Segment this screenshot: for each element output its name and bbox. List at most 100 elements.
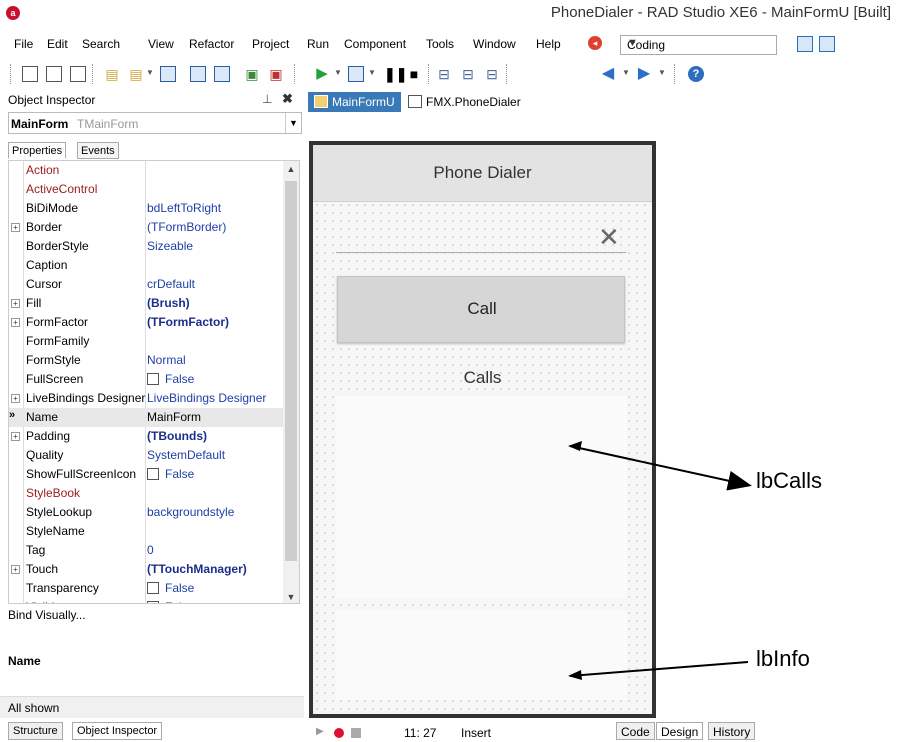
- tab-history[interactable]: History: [708, 722, 756, 740]
- property-row[interactable]: Tag 0: [9, 541, 285, 560]
- property-value[interactable]: False: [147, 467, 194, 481]
- back-icon[interactable]: ◀: [600, 66, 616, 82]
- desktop-layout-combo[interactable]: Coding ▼: [620, 35, 777, 55]
- run-target-dropdown-icon[interactable]: ▼: [368, 68, 376, 77]
- chevron-down-icon[interactable]: ▼: [285, 113, 301, 133]
- property-row[interactable]: + Border (TFormBorder): [9, 218, 285, 237]
- property-value[interactable]: (TTouchManager): [147, 562, 247, 576]
- property-value[interactable]: (TBounds): [147, 429, 207, 443]
- forward-dropdown-icon[interactable]: ▼: [658, 68, 666, 77]
- property-row[interactable]: FormFamily: [9, 332, 285, 351]
- expand-icon[interactable]: +: [11, 432, 20, 441]
- run-without-debug-icon[interactable]: [348, 66, 364, 82]
- expand-icon[interactable]: +: [11, 223, 20, 232]
- property-row[interactable]: + Fill (Brush): [9, 294, 285, 313]
- property-row[interactable]: StyleName: [9, 522, 285, 541]
- save-desktop-icon[interactable]: [797, 36, 813, 52]
- rad-studio-logo-icon[interactable]: a: [6, 6, 20, 20]
- property-row[interactable]: Visible False: [9, 598, 285, 603]
- menu-project[interactable]: Project: [252, 37, 289, 51]
- property-row[interactable]: ShowFullScreenIcon False: [9, 465, 285, 484]
- clear-icon[interactable]: ✕: [598, 222, 620, 253]
- pin-icon[interactable]: ⊥: [262, 92, 272, 106]
- save-all-icon[interactable]: [190, 66, 206, 82]
- trace-into-icon[interactable]: ⊟: [436, 66, 452, 82]
- set-debug-desktop-icon[interactable]: [819, 36, 835, 52]
- property-value[interactable]: False: [147, 372, 194, 386]
- bind-visually-link[interactable]: Bind Visually...: [8, 608, 86, 622]
- property-value[interactable]: backgroundstyle: [147, 505, 234, 519]
- property-row[interactable]: + Touch (TTouchManager): [9, 560, 285, 579]
- property-value[interactable]: Normal: [147, 353, 186, 367]
- property-row[interactable]: StyleLookup backgroundstyle: [9, 503, 285, 522]
- info-listbox[interactable]: [336, 610, 627, 700]
- property-row[interactable]: StyleBook: [9, 484, 285, 503]
- back-dropdown-icon[interactable]: ▼: [622, 68, 630, 77]
- call-button[interactable]: Call: [337, 276, 625, 343]
- checkbox[interactable]: [147, 601, 159, 603]
- property-row[interactable]: Caption: [9, 256, 285, 275]
- menu-file[interactable]: File: [14, 37, 33, 51]
- property-value[interactable]: False: [147, 581, 194, 595]
- property-value[interactable]: bdLeftToRight: [147, 201, 221, 215]
- property-row[interactable]: FullScreen False: [9, 370, 285, 389]
- new-form-icon[interactable]: [46, 66, 62, 82]
- checkbox[interactable]: [147, 582, 159, 594]
- property-value[interactable]: LiveBindings Designer: [147, 391, 266, 405]
- open-file-icon[interactable]: [214, 66, 230, 82]
- property-row[interactable]: Quality SystemDefault: [9, 446, 285, 465]
- property-value[interactable]: MainForm: [147, 410, 201, 424]
- calls-listbox[interactable]: [336, 396, 627, 598]
- expand-icon[interactable]: +: [11, 394, 20, 403]
- property-row[interactable]: Cursor crDefault: [9, 275, 285, 294]
- expand-icon[interactable]: +: [11, 299, 20, 308]
- property-value[interactable]: False: [147, 600, 194, 603]
- tab-object-inspector[interactable]: Object Inspector: [72, 722, 163, 740]
- property-value[interactable]: 0: [147, 543, 154, 557]
- tab-design[interactable]: Design: [656, 722, 704, 740]
- property-value[interactable]: crDefault: [147, 277, 195, 291]
- property-value[interactable]: SystemDefault: [147, 448, 225, 462]
- remove-file-icon[interactable]: ▣: [268, 66, 284, 82]
- menu-help[interactable]: Help: [536, 37, 561, 51]
- property-row[interactable]: ActiveControl: [9, 180, 285, 199]
- open-icon[interactable]: [70, 66, 86, 82]
- menu-component[interactable]: Component: [344, 37, 406, 51]
- stop-icon[interactable]: ■: [406, 66, 422, 82]
- property-row[interactable]: + FormFactor (TFormFactor): [9, 313, 285, 332]
- pause-icon[interactable]: ❚❚: [384, 66, 407, 82]
- tab-properties[interactable]: Properties: [8, 142, 67, 159]
- property-value[interactable]: (TFormFactor): [147, 315, 229, 329]
- tab-fmx-phonedialer[interactable]: FMX.PhoneDialer: [402, 92, 527, 112]
- tab-events[interactable]: Events: [77, 142, 119, 159]
- property-row[interactable]: FormStyle Normal: [9, 351, 285, 370]
- stop-macro-icon[interactable]: [351, 728, 361, 738]
- save-icon[interactable]: [160, 66, 176, 82]
- menu-search[interactable]: Search: [82, 37, 120, 51]
- close-icon[interactable]: ✖: [282, 91, 293, 107]
- menu-refactor[interactable]: Refactor: [189, 37, 234, 51]
- expand-icon[interactable]: +: [11, 318, 20, 327]
- run-icon[interactable]: ▶: [314, 66, 330, 82]
- property-row[interactable]: Transparency False: [9, 579, 285, 598]
- play-macro-icon[interactable]: ▶: [316, 726, 324, 737]
- property-grid-scrollbar[interactable]: ▲ ▼: [283, 161, 299, 603]
- property-value[interactable]: (TFormBorder): [147, 220, 226, 234]
- property-row[interactable]: + Padding (TBounds): [9, 427, 285, 446]
- tab-mainformu[interactable]: MainFormU: [308, 92, 401, 112]
- record-macro-icon[interactable]: [334, 728, 344, 738]
- checkbox[interactable]: [147, 373, 159, 385]
- reopen-dropdown-icon[interactable]: ▼: [146, 68, 154, 77]
- form-header-toolbar[interactable]: Phone Dialer: [313, 145, 652, 202]
- new-file-icon[interactable]: [22, 66, 38, 82]
- add-file-icon[interactable]: ▣: [244, 66, 260, 82]
- scroll-up-icon[interactable]: ▲: [283, 161, 299, 177]
- property-row[interactable]: » Name MainForm: [9, 408, 285, 427]
- property-row[interactable]: Action: [9, 161, 285, 180]
- reopen-icon[interactable]: ▤: [128, 66, 144, 82]
- property-value[interactable]: Sizeable: [147, 239, 193, 253]
- forward-icon[interactable]: ▶: [636, 66, 652, 82]
- scroll-down-icon[interactable]: ▼: [283, 589, 299, 603]
- open-project-icon[interactable]: ▤: [104, 66, 120, 82]
- menu-run[interactable]: Run: [307, 37, 329, 51]
